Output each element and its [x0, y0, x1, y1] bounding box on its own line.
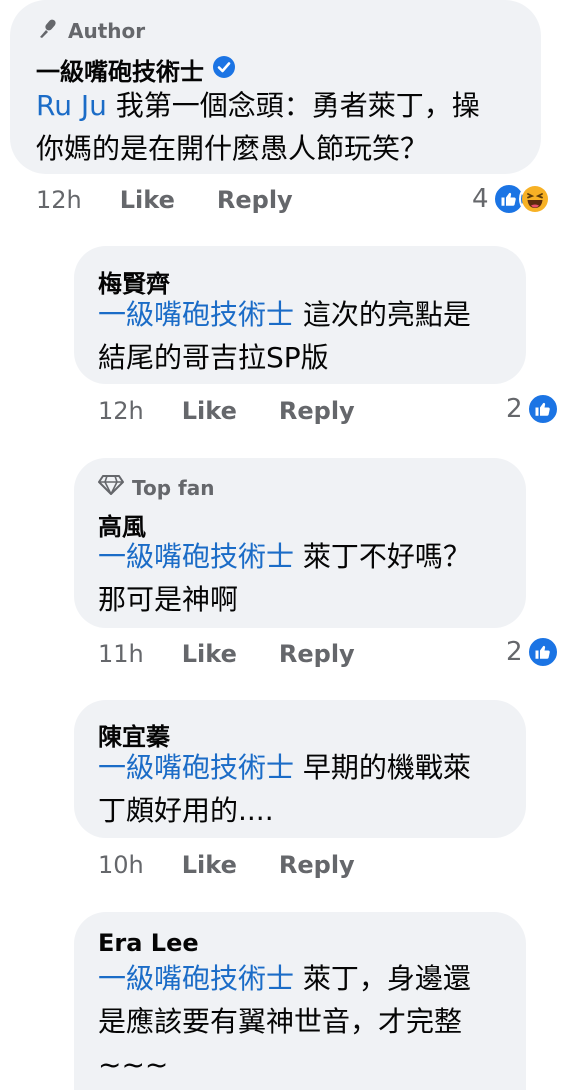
haha-icon: [518, 183, 551, 215]
timestamp[interactable]: 12h: [98, 397, 144, 425]
mention-link[interactable]: 一級嘴砲技術士: [98, 751, 294, 784]
top-fan-badge: Top fan: [98, 474, 214, 501]
reply-button[interactable]: Reply: [217, 186, 293, 214]
comment-text: 一級嘴砲技術士 萊丁不好嗎？ 那可是神啊: [98, 540, 471, 616]
comment-actions: 10h Like Reply: [98, 851, 397, 879]
commenter-name[interactable]: 一級嘴砲技術士: [36, 52, 236, 87]
comment-actions: 12h Like Reply: [98, 397, 397, 425]
like-button[interactable]: Like: [182, 640, 237, 668]
comment-actions: 11h Like Reply: [98, 640, 397, 668]
reply-button[interactable]: Reply: [279, 640, 355, 668]
mention-link[interactable]: 一級嘴砲技術士: [98, 298, 294, 331]
like-icon: [526, 393, 559, 425]
reactions[interactable]: 2: [506, 393, 559, 425]
like-button[interactable]: Like: [182, 851, 237, 879]
comment-text: Ru Ju 我第一個念頭：勇者萊丁，操 你媽的是在開什麼愚人節玩笑？: [36, 89, 480, 165]
verified-icon: [212, 55, 236, 85]
reply-button[interactable]: Reply: [279, 851, 355, 879]
reaction-count: 4: [472, 184, 489, 214]
reaction-count: 2: [506, 394, 523, 424]
comment-text: 一級嘴砲技術士 這次的亮點是 結尾的哥吉拉SP版: [98, 298, 471, 374]
reply-button[interactable]: Reply: [279, 397, 355, 425]
comment-text: 一級嘴砲技術士 早期的機戰萊 丁頗好用的....: [98, 751, 471, 827]
like-button[interactable]: Like: [182, 397, 237, 425]
mention-link[interactable]: Ru Ju: [36, 89, 107, 122]
author-badge: Author: [36, 16, 145, 45]
timestamp[interactable]: 12h: [36, 186, 82, 214]
timestamp[interactable]: 10h: [98, 851, 144, 879]
like-button[interactable]: Like: [120, 186, 175, 214]
diamond-icon: [98, 474, 124, 501]
reactions[interactable]: 2: [506, 636, 559, 668]
microphone-icon: [36, 16, 60, 45]
badge-label: Author: [68, 18, 146, 43]
reactions[interactable]: 4: [472, 183, 551, 215]
like-icon: [526, 636, 559, 668]
mention-link[interactable]: 一級嘴砲技術士: [98, 962, 294, 995]
comment-actions: 12h Like Reply: [36, 186, 335, 214]
badge-label: Top fan: [132, 475, 215, 500]
mention-link[interactable]: 一級嘴砲技術士: [98, 540, 294, 573]
commenter-name[interactable]: Era Lee: [98, 929, 199, 957]
reaction-count: 2: [506, 637, 523, 667]
comment-text: 一級嘴砲技術士 萊丁，身邊還 是應該要有翼神世音，才完整 ~~~: [98, 962, 471, 1081]
timestamp[interactable]: 11h: [98, 640, 144, 668]
